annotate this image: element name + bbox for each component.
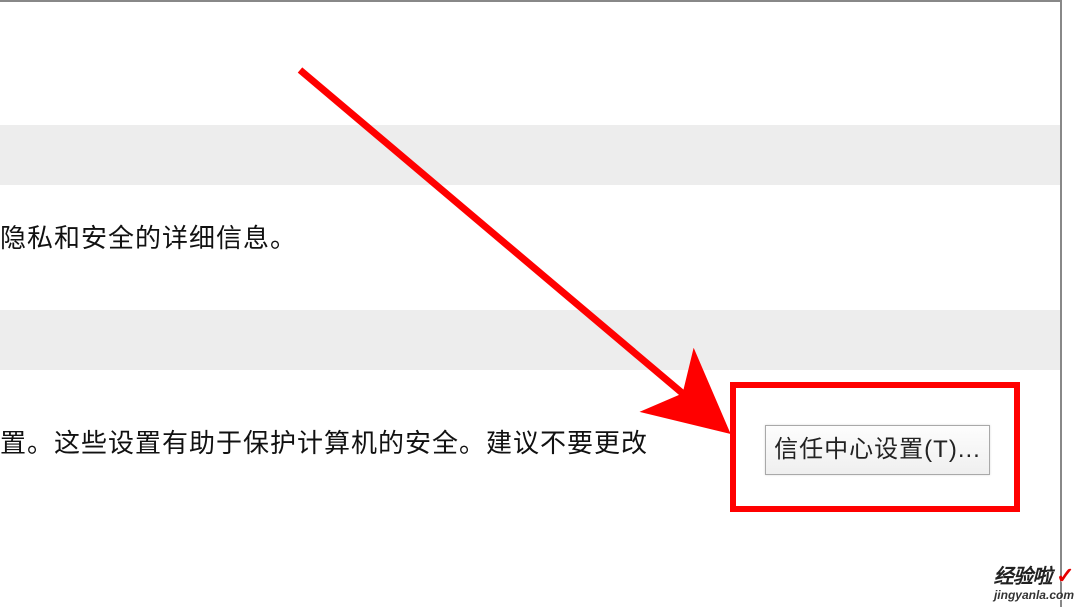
section-header-bar-2 [0,310,1060,370]
privacy-description-text: 隐私和安全的详细信息。 [0,218,297,255]
trust-center-description-text: 置。这些设置有助于保护计算机的安全。建议不要更改 [0,423,648,460]
annotation-arrow [290,60,770,460]
section-header-bar-1 [0,125,1060,185]
watermark-domain: jingyanla.com [994,589,1074,601]
highlight-box [730,382,1020,512]
watermark: 经验啦 ✓ jingyanla.com [994,565,1074,601]
check-icon: ✓ [1056,565,1074,587]
watermark-brand: 经验啦 [994,567,1053,587]
window-border-right [1060,0,1062,607]
settings-panel: 隐私和安全的详细信息。 置。这些设置有助于保护计算机的安全。建议不要更改 信任中… [0,0,1060,607]
